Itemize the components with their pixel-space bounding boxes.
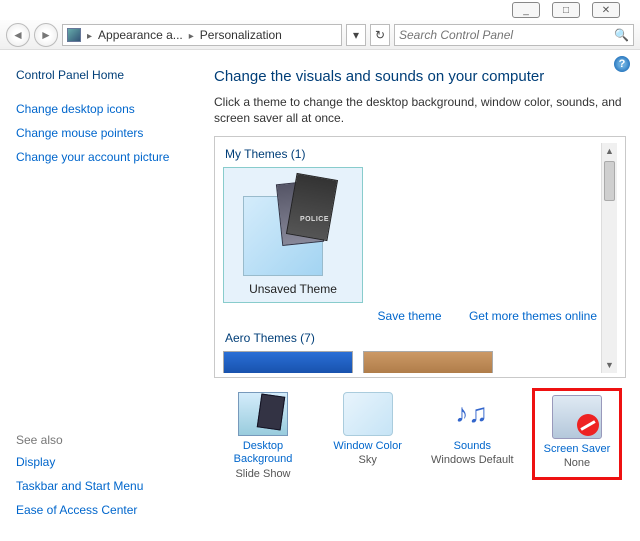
main-content: ? Change the visuals and sounds on your … xyxy=(200,50,640,541)
forward-icon: ► xyxy=(40,28,52,42)
theme-caption: Unsaved Theme xyxy=(228,282,358,296)
title-bar: _ □ ✕ xyxy=(0,0,640,20)
search-box[interactable]: 🔍 xyxy=(394,24,634,46)
chevron-down-icon: ▾ xyxy=(353,28,359,42)
window-color-action[interactable]: Window Color Sky xyxy=(323,392,413,479)
close-button[interactable]: ✕ xyxy=(592,2,620,18)
breadcrumb-item[interactable]: Appearance a... xyxy=(98,28,183,42)
see-also-label: See also xyxy=(16,433,143,447)
breadcrumb-separator xyxy=(85,28,94,42)
maximize-button[interactable]: □ xyxy=(552,2,580,18)
help-button[interactable]: ? xyxy=(614,56,630,72)
back-icon: ◄ xyxy=(12,28,24,42)
save-theme-link[interactable]: Save theme xyxy=(378,309,442,323)
refresh-icon: ↻ xyxy=(375,28,385,42)
my-themes-label: My Themes (1) xyxy=(225,147,617,161)
personalization-actions: Desktop Background Slide Show Window Col… xyxy=(214,392,626,479)
screen-saver-action[interactable]: Screen Saver None xyxy=(532,388,622,479)
aero-themes-label: Aero Themes (7) xyxy=(225,331,617,345)
search-icon: 🔍 xyxy=(614,28,629,42)
themes-panel: My Themes (1) POLICE Unsaved Theme Save … xyxy=(214,136,626,378)
see-also-section: See also Display Taskbar and Start Menu … xyxy=(16,433,143,527)
address-dropdown-button[interactable]: ▾ xyxy=(346,24,366,46)
sounds-icon xyxy=(447,392,497,436)
page-heading: Change the visuals and sounds on your co… xyxy=(214,68,626,85)
sidebar-link-desktop-icons[interactable]: Change desktop icons xyxy=(16,102,184,116)
action-label: Sounds xyxy=(427,440,517,453)
seealso-link-ease-of-access[interactable]: Ease of Access Center xyxy=(16,503,143,517)
action-label: Window Color xyxy=(323,440,413,453)
seealso-link-display[interactable]: Display xyxy=(16,455,143,469)
action-sublabel: Windows Default xyxy=(427,454,517,466)
desktop-background-icon xyxy=(238,392,288,436)
sidebar: Control Panel Home Change desktop icons … xyxy=(0,50,200,541)
minimize-button[interactable]: _ xyxy=(512,2,540,18)
aero-theme-thumbnail[interactable] xyxy=(363,351,493,373)
navigation-bar: ◄ ► Appearance a... Personalization ▾ ↻ … xyxy=(0,20,640,50)
desktop-background-action[interactable]: Desktop Background Slide Show xyxy=(218,392,308,479)
breadcrumb-item[interactable]: Personalization xyxy=(200,28,282,42)
action-sublabel: Slide Show xyxy=(218,468,308,480)
themes-scrollbar[interactable]: ▲ ▼ xyxy=(601,143,617,373)
help-icon: ? xyxy=(619,58,626,70)
back-button[interactable]: ◄ xyxy=(6,23,30,47)
sidebar-link-mouse-pointers[interactable]: Change mouse pointers xyxy=(16,126,184,140)
scroll-down-icon[interactable]: ▼ xyxy=(602,357,617,373)
action-label: Screen Saver xyxy=(537,443,617,456)
theme-item-unsaved[interactable]: POLICE Unsaved Theme xyxy=(223,167,363,303)
search-input[interactable] xyxy=(399,28,614,42)
action-sublabel: None xyxy=(537,457,617,469)
action-label: Desktop Background xyxy=(218,440,308,466)
get-themes-online-link[interactable]: Get more themes online xyxy=(469,309,597,323)
screen-saver-icon xyxy=(552,395,602,439)
forward-button[interactable]: ► xyxy=(34,23,58,47)
page-subtext: Click a theme to change the desktop back… xyxy=(214,95,626,126)
scroll-thumb[interactable] xyxy=(604,161,615,201)
seealso-link-taskbar[interactable]: Taskbar and Start Menu xyxy=(16,479,143,493)
window-color-icon xyxy=(343,392,393,436)
theme-thumbnail: POLICE xyxy=(243,176,343,276)
control-panel-icon xyxy=(67,28,81,42)
sounds-action[interactable]: Sounds Windows Default xyxy=(427,392,517,479)
aero-theme-thumbnail[interactable] xyxy=(223,351,353,373)
action-sublabel: Sky xyxy=(323,454,413,466)
address-bar[interactable]: Appearance a... Personalization xyxy=(62,24,342,46)
breadcrumb-separator xyxy=(187,28,196,42)
control-panel-home-link[interactable]: Control Panel Home xyxy=(16,68,184,82)
refresh-button[interactable]: ↻ xyxy=(370,24,390,46)
scroll-up-icon[interactable]: ▲ xyxy=(602,143,617,159)
sidebar-link-account-picture[interactable]: Change your account picture xyxy=(16,150,184,164)
